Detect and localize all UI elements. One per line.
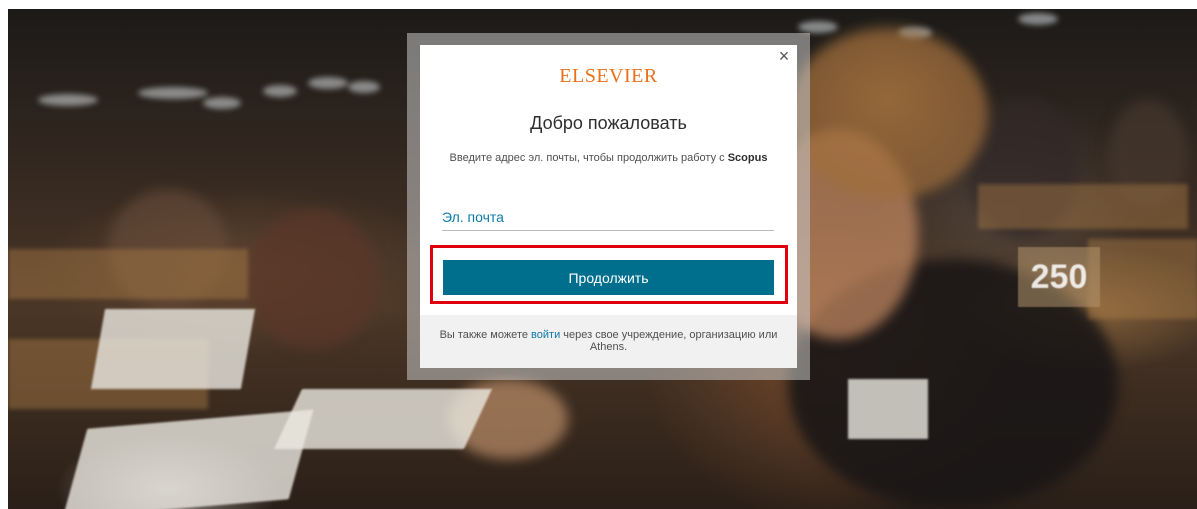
- dialog-footer: Вы также можете войти через свое учрежде…: [420, 315, 797, 368]
- email-input[interactable]: [442, 203, 774, 230]
- footer-text: Вы также можете войти через свое учрежде…: [438, 329, 779, 353]
- login-dialog: × ELSEVIER Добро пожаловать Введите адре…: [420, 45, 797, 368]
- dialog-title: Добро пожаловать: [530, 113, 687, 133]
- desk-number-sign: 250: [1018, 247, 1100, 307]
- subtitle-text: Введите адрес эл. почты, чтобы продолжит…: [449, 152, 725, 164]
- continue-button[interactable]: Продолжить: [443, 260, 774, 295]
- footer-prefix: Вы также можете: [439, 329, 528, 341]
- elsevier-logo: ELSEVIER: [559, 65, 658, 87]
- page: 250 × ELSEVIER Добро пожаловать Введите …: [0, 0, 1197, 509]
- close-icon[interactable]: ×: [775, 47, 793, 65]
- footer-suffix: через свое учреждение, организацию или A…: [563, 329, 778, 353]
- subtitle-brand: Scopus: [727, 152, 768, 164]
- dialog-subtitle: Введите адрес эл. почты, чтобы продолжит…: [420, 152, 797, 164]
- email-field[interactable]: [442, 203, 774, 231]
- institution-login-link[interactable]: войти: [531, 329, 560, 341]
